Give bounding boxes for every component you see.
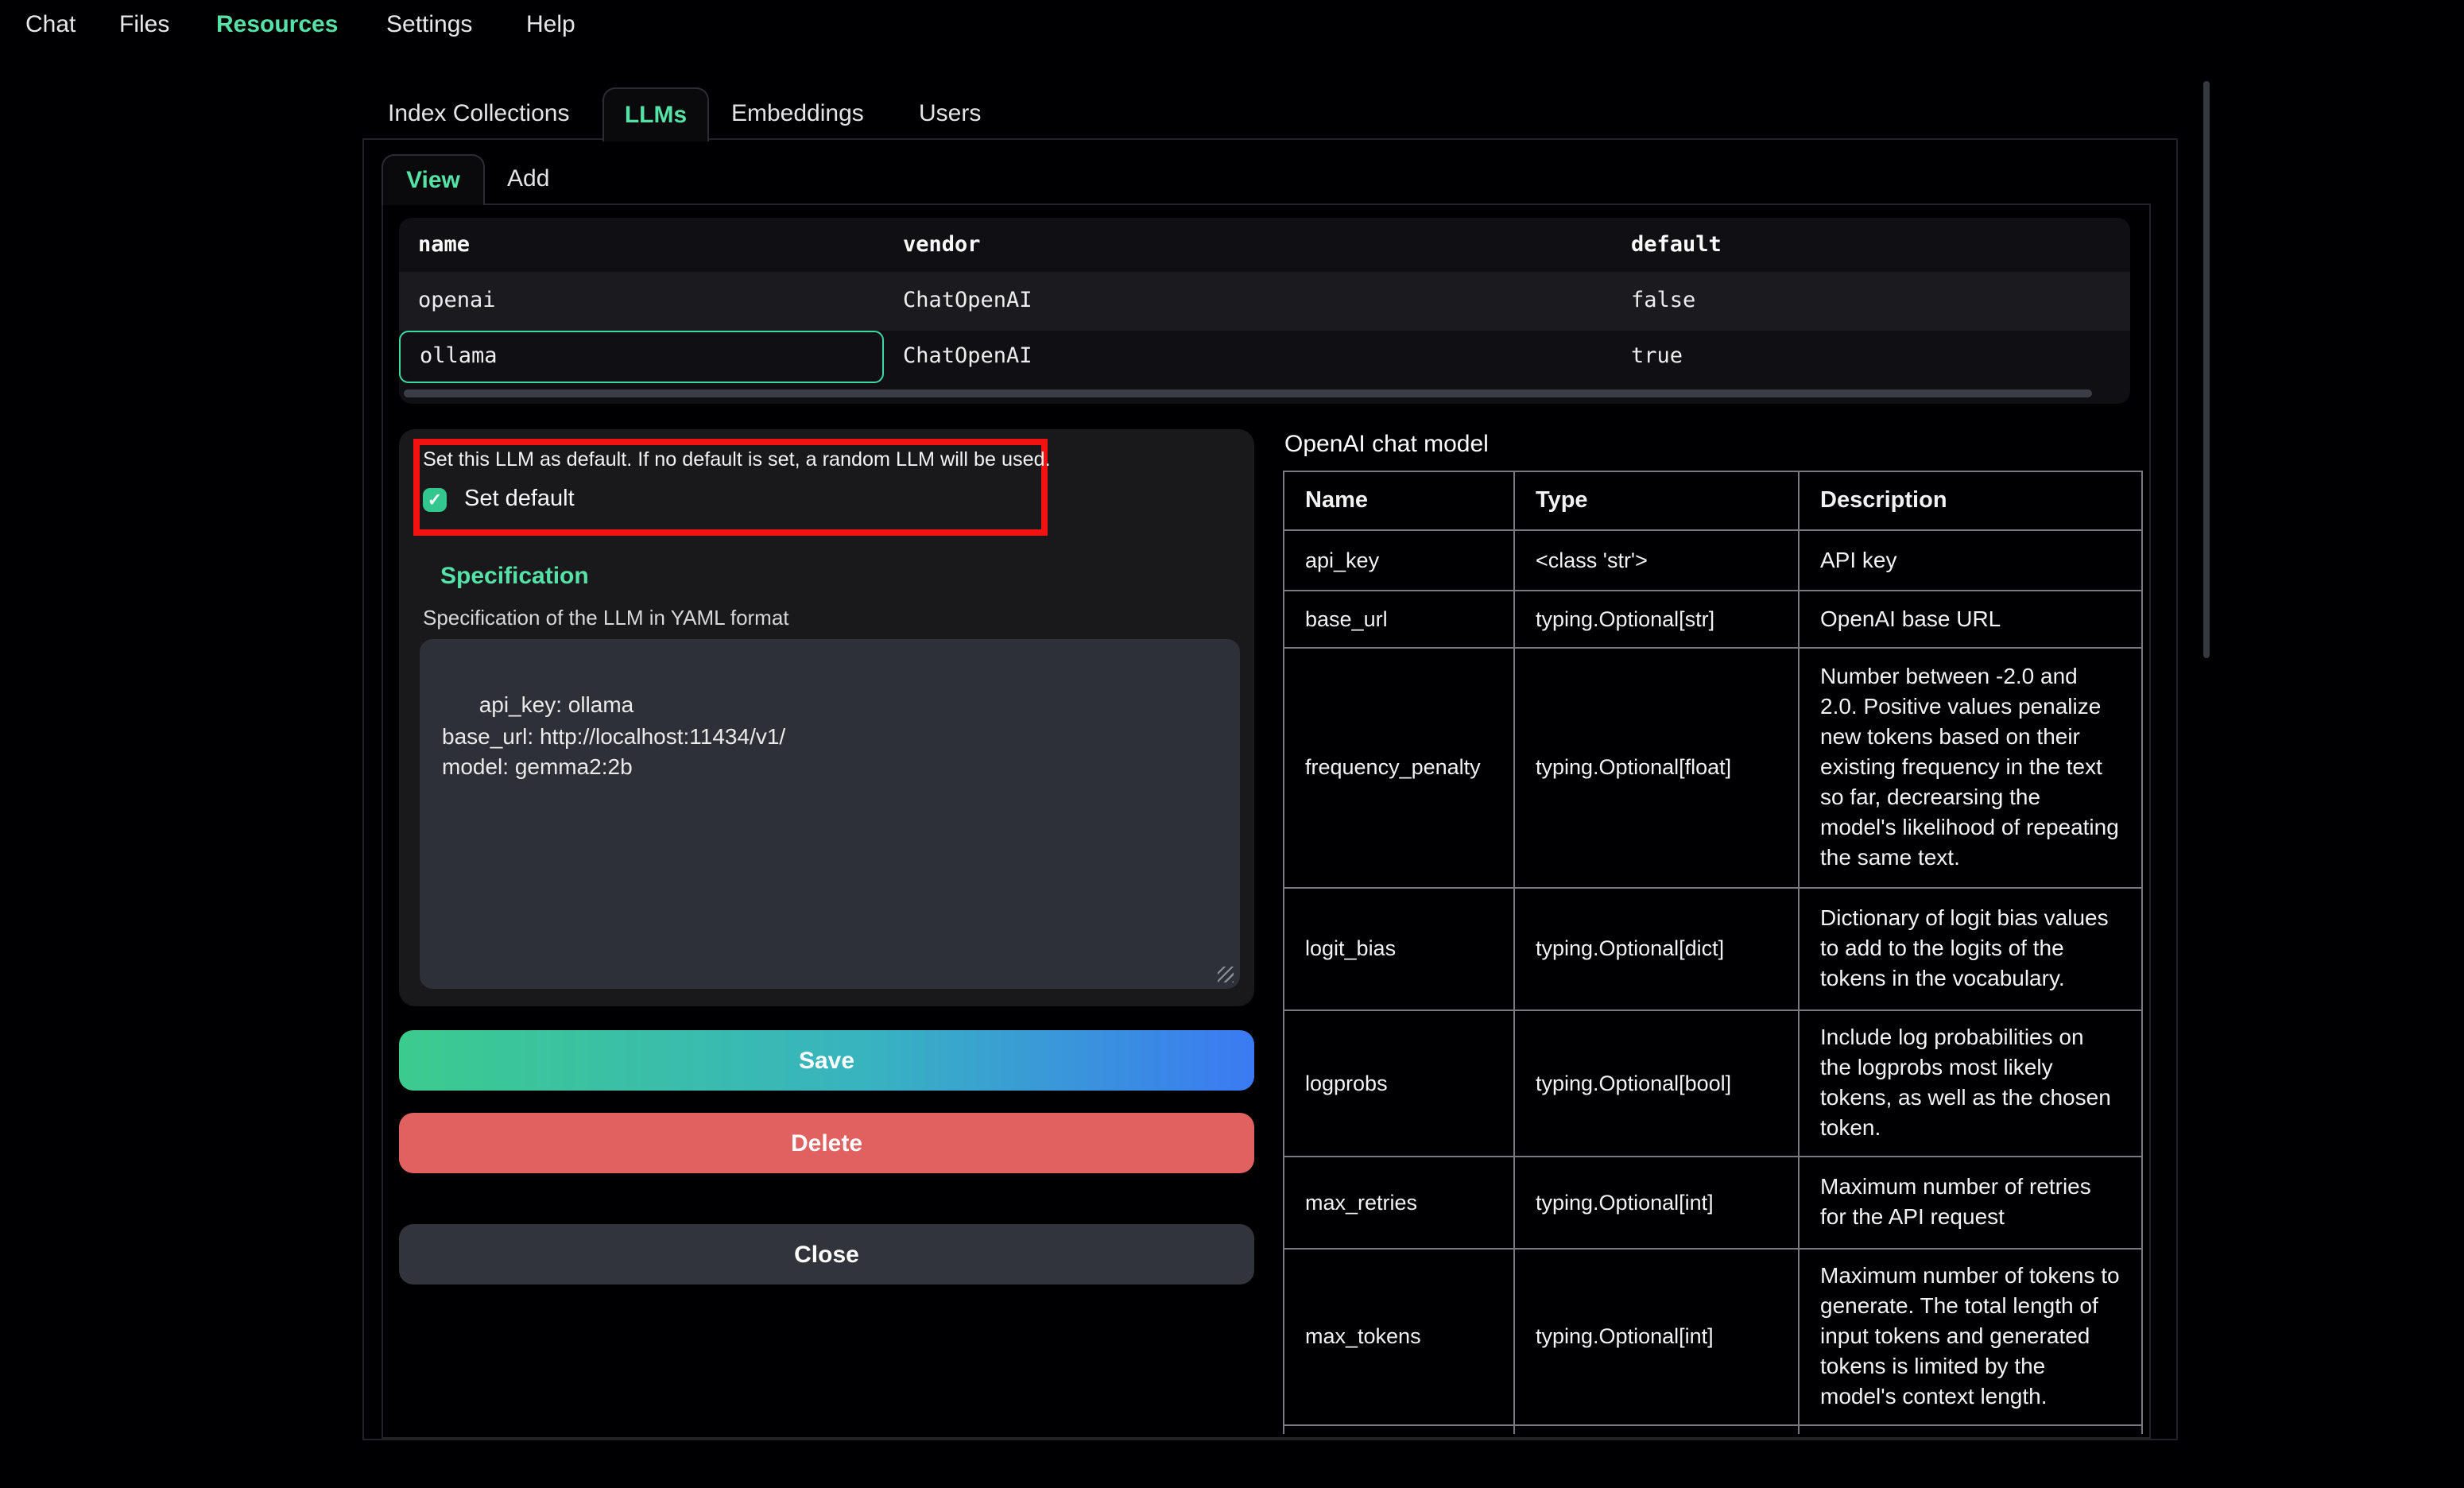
model-param-name: logprobs — [1284, 1010, 1514, 1156]
model-param-name: base_url — [1284, 590, 1514, 647]
yaml-spec-value: api_key: ollama base_url: http://localho… — [442, 692, 785, 779]
save-button[interactable]: Save — [399, 1030, 1254, 1091]
model-param-row: frequency_penaltytyping.Optional[float]N… — [1284, 647, 2142, 887]
nav-item-resources[interactable]: Resources — [216, 0, 338, 49]
model-param-type: typing.Optional[dict] — [1514, 887, 1799, 1010]
tab-embeddings[interactable]: Embeddings — [731, 87, 864, 140]
llm-detail-panel: Set this LLM as default. If no default i… — [399, 429, 1254, 1006]
model-param-description: Dictionary of logit bias values to add t… — [1799, 887, 2142, 1010]
llm-cell: vendor — [884, 218, 1612, 272]
llm-cell[interactable]: ChatOpenAI — [884, 272, 1612, 330]
subtab-view[interactable]: View — [382, 154, 485, 205]
model-param-description — [1799, 1424, 2142, 1434]
nav-item-files[interactable]: Files — [119, 0, 169, 49]
llm-list-table: namevendordefaultopenaiChatOpenAIfalseol… — [399, 218, 2130, 404]
textarea-resize-handle[interactable] — [1218, 967, 1234, 982]
close-button[interactable]: Close — [399, 1224, 1254, 1285]
specification-sublabel: Specification of the LLM in YAML format — [423, 606, 789, 630]
model-param-type: typing.Optional[float] — [1514, 647, 1799, 887]
tab-llms[interactable]: LLMs — [602, 87, 709, 141]
llm-table-header: namevendordefault — [399, 218, 2130, 272]
model-param-name: frequency_penalty — [1284, 647, 1514, 887]
horizontal-scrollbar[interactable] — [404, 389, 2092, 397]
model-param-row: api_key<class 'str'>API key — [1284, 530, 2142, 590]
tab-users[interactable]: Users — [919, 87, 981, 140]
model-param-type: typing.Optional[bool] — [1514, 1010, 1799, 1156]
highlight-red-box: Set this LLM as default. If no default i… — [413, 439, 1048, 536]
specification-heading: Specification — [440, 563, 589, 590]
model-param-type: typing.Optional[int] — [1514, 1249, 1799, 1424]
model-param-table: NameTypeDescription api_key<class 'str'>… — [1283, 471, 2143, 1434]
model-param-type: typing.Optional[str] — [1514, 590, 1799, 647]
model-param-description: Number between -2.0 and 2.0. Positive va… — [1799, 647, 2142, 887]
llm-cell: name — [399, 218, 884, 272]
model-param-name — [1284, 1424, 1514, 1434]
model-col-header: Description — [1799, 471, 2142, 530]
model-param-row: logprobstyping.Optional[bool]Include log… — [1284, 1010, 2142, 1156]
model-col-header: Name — [1284, 471, 1514, 530]
model-param-row: max_retriestyping.Optional[int]Maximum n… — [1284, 1156, 2142, 1249]
model-param-table-wrap: NameTypeDescription api_key<class 'str'>… — [1283, 471, 2144, 1434]
model-param-description: Maximum number of retries for the API re… — [1799, 1156, 2142, 1249]
model-param-description: Maximum number of tokens to generate. Th… — [1799, 1249, 2142, 1424]
llm-cell: default — [1612, 218, 2130, 272]
set-default-hint: Set this LLM as default. If no default i… — [423, 448, 1027, 471]
model-param-name: api_key — [1284, 530, 1514, 590]
llm-table-row[interactable]: openaiChatOpenAIfalse — [399, 272, 2130, 330]
subtab-view-label: View — [406, 167, 460, 194]
model-col-header: Type — [1514, 471, 1799, 530]
tab-llms-label: LLMs — [625, 102, 687, 129]
tab-index-collections[interactable]: Index Collections — [388, 87, 569, 140]
model-panel-title: OpenAI chat model — [1284, 431, 1489, 458]
checkmark-icon: ✓ — [428, 489, 442, 510]
model-param-row: max_tokenstyping.Optional[int]Maximum nu… — [1284, 1249, 2142, 1424]
llm-cell[interactable]: ChatOpenAI — [884, 330, 1612, 383]
model-param-row: logit_biastyping.Optional[dict]Dictionar… — [1284, 887, 2142, 1010]
model-param-name: logit_bias — [1284, 887, 1514, 1010]
delete-button[interactable]: Delete — [399, 1113, 1254, 1173]
llm-cell-selected[interactable]: ollama — [399, 330, 884, 383]
model-param-type: typing.Optional[int] — [1514, 1156, 1799, 1249]
llm-table-row[interactable]: ollamaChatOpenAItrue — [399, 330, 2130, 383]
vertical-scrollbar[interactable] — [2203, 81, 2210, 658]
llm-cell[interactable]: openai — [399, 272, 884, 330]
nav-item-help[interactable]: Help — [526, 0, 575, 49]
model-param-description: Include log probabilities on the logprob… — [1799, 1010, 2142, 1156]
yaml-spec-textarea[interactable]: api_key: ollama base_url: http://localho… — [420, 639, 1240, 989]
set-default-row: ✓ Set default — [423, 486, 575, 512]
llm-cell[interactable]: true — [1612, 330, 2130, 383]
model-param-row: base_urltyping.Optional[str]OpenAI base … — [1284, 590, 2142, 647]
llm-cell[interactable]: false — [1612, 272, 2130, 330]
model-param-type: <class 'str'> — [1514, 530, 1799, 590]
model-param-description: OpenAI base URL — [1799, 590, 2142, 647]
model-param-name: max_tokens — [1284, 1249, 1514, 1424]
nav-item-settings[interactable]: Settings — [386, 0, 472, 49]
model-param-description: API key — [1799, 530, 2142, 590]
set-default-checkbox[interactable]: ✓ — [423, 487, 447, 511]
model-param-row — [1284, 1424, 2142, 1434]
app-window: Chat Files Resources Settings Help Index… — [0, 0, 2464, 1488]
model-param-type — [1514, 1424, 1799, 1434]
nav-item-chat[interactable]: Chat — [25, 0, 76, 49]
model-param-name: max_retries — [1284, 1156, 1514, 1249]
set-default-label: Set default — [464, 486, 575, 512]
